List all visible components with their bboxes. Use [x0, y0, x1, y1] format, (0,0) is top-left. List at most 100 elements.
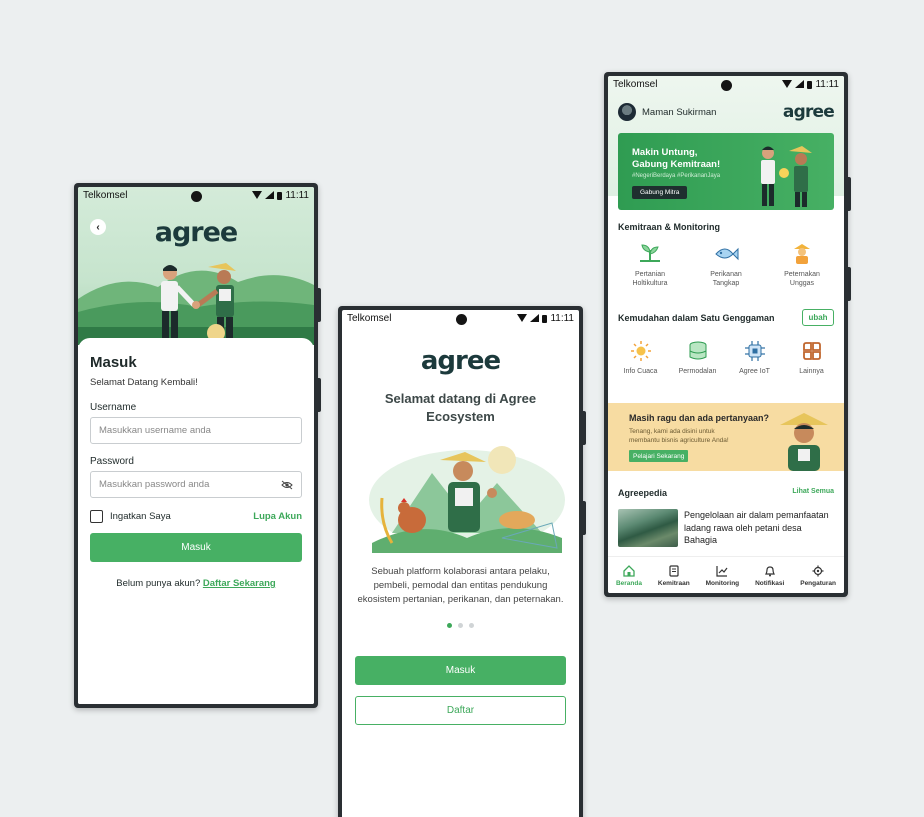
home-screen: Telkomsel 11:11 Maman Sukirman agree Mak…: [608, 76, 844, 593]
welcome-register-button[interactable]: Daftar: [355, 696, 566, 725]
avatar[interactable]: [618, 103, 636, 121]
username-placeholder: Masukkan username anda: [99, 425, 211, 436]
convenience-section-title: Kemudahan dalam Satu Genggaman: [618, 313, 775, 323]
help-line2: membantu bisnis agriculture Anda!: [629, 437, 729, 444]
signal-icon: [530, 314, 540, 322]
welcome-login-button[interactable]: Masuk: [355, 656, 566, 685]
wifi-icon: [782, 80, 793, 88]
carrier-label: Telkomsel: [613, 78, 658, 90]
article-title: Pengelolaan air dalam pemanfaatan ladang…: [684, 510, 829, 545]
user-profile[interactable]: Maman Sukirman: [618, 103, 716, 121]
carrier-label: Telkomsel: [347, 312, 392, 324]
grid-icon: [802, 342, 821, 360]
welcome-phone: Telkomsel 11:11 agree Selamat datang di …: [338, 306, 586, 817]
back-button[interactable]: ‹: [90, 219, 106, 235]
menu-label-line2: Tangkap: [712, 280, 740, 287]
menu-label-line2: Unggas: [789, 280, 815, 287]
page-dot: [469, 623, 474, 628]
bottom-navigation: Beranda Kemitraan Monitoring Notifikasi …: [608, 556, 844, 593]
see-all-link[interactable]: Lihat Semua: [792, 488, 834, 498]
username-label: Username: [90, 402, 137, 413]
login-subtitle: Selamat Datang Kembali!: [90, 377, 198, 388]
menu-label-line1: Pertanian: [635, 271, 665, 278]
learn-now-button[interactable]: Pelajari Sekarang: [629, 450, 689, 462]
menu-agree-iot[interactable]: Agree IoT: [726, 340, 783, 376]
nav-kemitraan[interactable]: Kemitraan: [658, 565, 690, 587]
join-partner-button[interactable]: Gabung Mitra: [632, 186, 688, 199]
menu-peternakan-unggas[interactable]: Peternakan Unggas: [770, 241, 834, 288]
agreepedia-title: Agreepedia: [618, 488, 668, 498]
carrier-label: Telkomsel: [83, 189, 128, 201]
help-banner[interactable]: Masih ragu dan ada pertanyaan? Tenang, k…: [608, 403, 844, 471]
password-label: Password: [90, 456, 134, 467]
login-submit-button[interactable]: Masuk: [90, 533, 302, 562]
menu-label: Info Cuaca: [623, 368, 658, 375]
farmer-icon: [794, 244, 810, 264]
menu-permodalan[interactable]: Permodalan: [669, 340, 726, 376]
welcome-illustration: [369, 446, 565, 553]
nav-beranda[interactable]: Beranda: [616, 565, 642, 587]
camera-punch-hole: [721, 80, 732, 91]
welcome-screen: Telkomsel 11:11 agree Selamat datang di …: [342, 310, 579, 817]
login-screen: Telkomsel 11:11 ‹ agree Masuk Selamat Da…: [78, 187, 314, 704]
home-phone: Telkomsel 11:11 Maman Sukirman agree Mak…: [604, 72, 851, 597]
remember-row: Ingatkan Saya Lupa Akun: [90, 510, 302, 523]
nav-label: Kemitraan: [657, 580, 690, 587]
signup-prompt-text: Belum punya akun?: [116, 578, 201, 589]
agreepedia-article[interactable]: Pengelolaan air dalam pemanfaatan ladang…: [618, 509, 834, 547]
partnership-banner[interactable]: Makin Untung, Gabung Kemitraan! #NegeriB…: [618, 133, 834, 210]
onboarding-page-dots: [342, 623, 579, 628]
nav-monitoring[interactable]: Monitoring: [705, 565, 740, 587]
status-bar: Telkomsel 11:11: [78, 187, 314, 203]
nav-notifikasi[interactable]: Notifikasi: [755, 565, 784, 587]
remember-checkbox[interactable]: [90, 510, 103, 523]
agree-logo: agree: [420, 346, 501, 376]
menu-label: Agree IoT: [739, 368, 770, 375]
wifi-icon: [517, 314, 528, 322]
nav-label: Beranda: [615, 580, 642, 587]
welcome-description: Sebuah platform kolaborasi antara pelaku…: [357, 566, 564, 605]
farmer-illustration: [780, 413, 828, 471]
signal-icon: [265, 191, 275, 199]
agree-logo: agree: [782, 102, 835, 122]
banner-line1: Makin Untung,: [632, 147, 698, 158]
eye-off-icon[interactable]: [281, 480, 293, 490]
menu-label-line1: Peternakan: [784, 271, 820, 278]
menu-lainnya[interactable]: Lainnya: [783, 340, 840, 376]
camera-punch-hole: [455, 314, 467, 325]
document-icon: [669, 565, 679, 577]
partnership-menu: Pertanian Holtikultura Perikanan Tangkap…: [612, 241, 840, 288]
chip-icon: [744, 341, 765, 361]
signup-link[interactable]: Daftar Sekarang: [203, 578, 276, 589]
page-dot-active: [447, 623, 452, 628]
home-header: Maman Sukirman agree: [618, 102, 835, 122]
chevron-left-icon: ‹: [96, 221, 100, 233]
agree-logo: agree: [154, 217, 239, 248]
username-input[interactable]: Masukkan username anda: [90, 417, 302, 444]
database-icon: [689, 341, 706, 360]
edit-shortcuts-button[interactable]: ubah: [802, 309, 834, 326]
password-input[interactable]: Masukkan password anda: [90, 471, 302, 498]
gear-icon: [812, 565, 824, 577]
camera-punch-hole: [191, 191, 202, 202]
clock-label: 11:11: [285, 189, 309, 201]
menu-label-line2: Holtikultura: [632, 280, 668, 287]
nav-label: Monitoring: [705, 580, 740, 587]
agreepedia-header: Agreepedia Lihat Semua: [618, 488, 834, 498]
user-name: Maman Sukirman: [642, 106, 717, 118]
password-placeholder: Masukkan password anda: [99, 479, 210, 490]
help-description: Tenang, kami ada disini untuk membantu b…: [629, 427, 769, 445]
home-icon: [623, 565, 635, 577]
remember-me[interactable]: Ingatkan Saya: [90, 510, 171, 523]
menu-perikanan-tangkap[interactable]: Perikanan Tangkap: [694, 241, 758, 288]
login-hero-illustration: [78, 187, 314, 345]
clock-label: 11:11: [550, 312, 574, 324]
menu-pertanian-holtikultura[interactable]: Pertanian Holtikultura: [618, 241, 682, 288]
forgot-account-link[interactable]: Lupa Akun: [253, 511, 302, 522]
sun-icon: [630, 341, 651, 361]
plant-icon: [640, 244, 660, 262]
nav-pengaturan[interactable]: Pengaturan: [800, 565, 836, 587]
menu-info-cuaca[interactable]: Info Cuaca: [612, 340, 669, 376]
signup-prompt: Belum punya akun? Daftar Sekarang: [90, 578, 302, 589]
menu-label-line1: Perikanan: [710, 271, 742, 278]
